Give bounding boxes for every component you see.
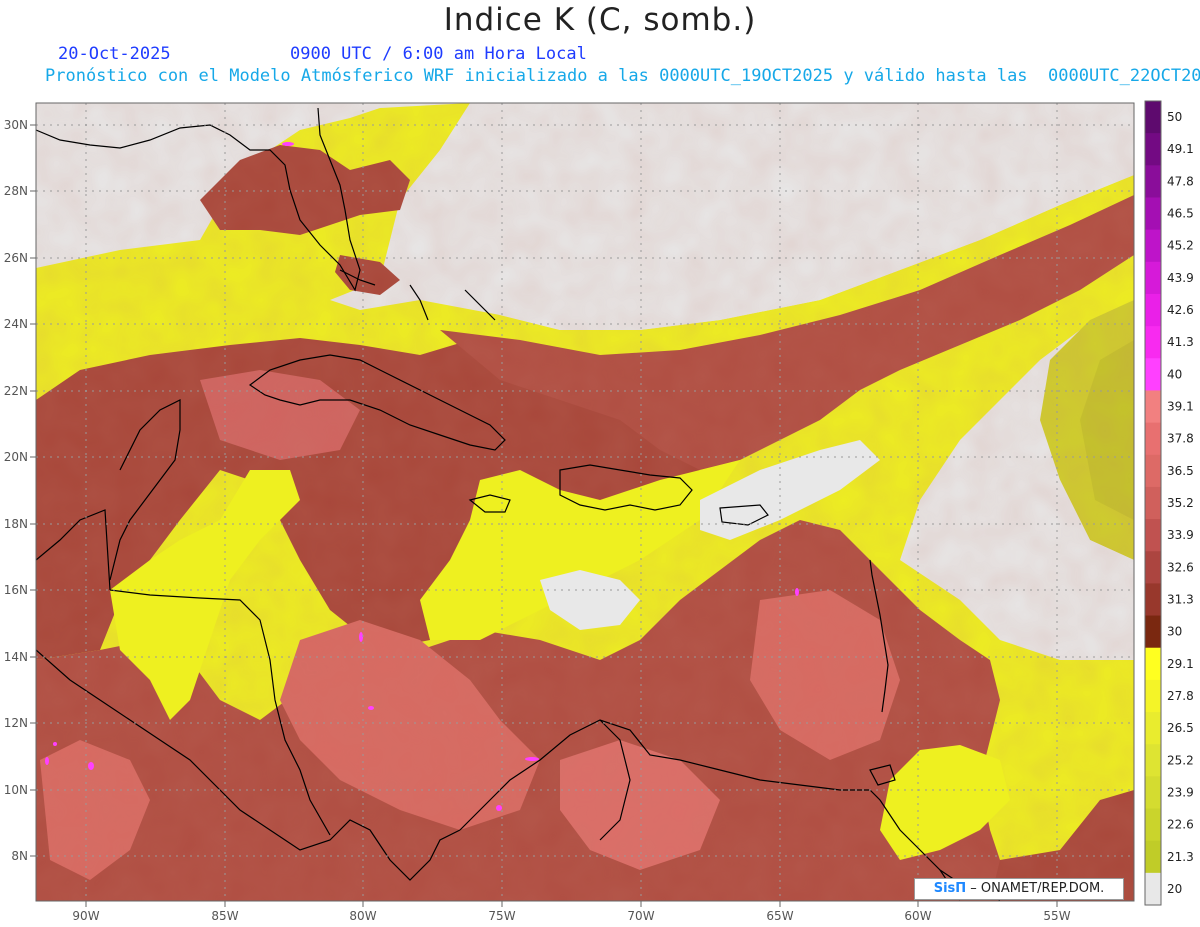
lon-label: 80W: [349, 909, 376, 923]
colorbar-label: 42.6: [1167, 303, 1194, 317]
colorbar-label: 30: [1167, 625, 1182, 639]
colorbar-swatch: [1145, 519, 1161, 552]
latitude-axis: 30N 28N 26N 24N 22N 20N 18N 16N 14N 12N …: [4, 118, 36, 863]
colorbar-label: 20: [1167, 882, 1182, 896]
colorbar-swatch: [1145, 872, 1161, 906]
colorbar-label: 21.3: [1167, 850, 1194, 864]
lon-label: 85W: [211, 909, 238, 923]
colorbar-label: 27.8: [1167, 689, 1194, 703]
colorbar-label: 49.1: [1167, 142, 1194, 156]
lon-label: 75W: [488, 909, 515, 923]
lat-label: 8N: [11, 849, 28, 863]
lat-label: 20N: [4, 450, 28, 464]
colorbar-swatch: [1145, 165, 1161, 198]
colorbar-swatch: [1145, 358, 1161, 391]
colorbar-label: 45.2: [1167, 239, 1194, 253]
colorbar-swatch: [1145, 647, 1161, 681]
colorbar-label: 23.9: [1167, 785, 1194, 799]
colorbar-swatch: [1145, 197, 1161, 231]
colorbar-swatch: [1145, 712, 1161, 745]
colorbar-swatch: [1145, 583, 1161, 617]
colorbar-swatch: [1145, 840, 1161, 874]
lon-label: 70W: [627, 909, 654, 923]
lat-label: 16N: [4, 583, 28, 597]
colorbar-label: 40: [1167, 367, 1182, 381]
k-index-field: [36, 103, 1134, 901]
lat-label: 28N: [4, 184, 28, 198]
lon-label: 55W: [1043, 909, 1070, 923]
colorbar-label: 36.5: [1167, 464, 1194, 478]
credit-text: – ONAMET/REP.DOM.: [966, 881, 1105, 896]
lat-label: 24N: [4, 317, 28, 331]
colorbar-label: 39.1: [1167, 400, 1194, 414]
colorbar-swatch: [1145, 390, 1161, 424]
model-description: Pronóstico con el Modelo Atmósferico WRF…: [45, 66, 1200, 86]
lon-label: 60W: [904, 909, 931, 923]
colorbar: 50 49.1 47.8 46.5 45.2 43.9 42.6 41.3 40 39.1 37.8…: [1144, 100, 1194, 906]
lat-label: 10N: [4, 783, 28, 797]
colorbar-swatch: [1145, 454, 1161, 488]
lat-label: 22N: [4, 384, 28, 398]
colorbar-label: 47.8: [1167, 174, 1194, 188]
colorbar-label: 50: [1167, 110, 1182, 124]
colorbar-swatch: [1145, 133, 1161, 166]
colorbar-label: 25.2: [1167, 753, 1194, 767]
lat-label: 30N: [4, 118, 28, 132]
lon-label: 90W: [72, 909, 99, 923]
colorbar-label: 26.5: [1167, 721, 1194, 735]
colorbar-swatch: [1145, 229, 1161, 263]
colorbar-swatch: [1145, 293, 1161, 327]
colorbar-swatch: [1145, 422, 1161, 456]
lat-label: 14N: [4, 650, 28, 664]
colorbar-label: 46.5: [1167, 207, 1194, 221]
colorbar-swatch: [1145, 101, 1161, 134]
longitude-axis: 90W 85W 80W 75W 70W 65W 60W 55W: [72, 901, 1071, 923]
sispi-logo: SisΠ: [933, 881, 967, 896]
colorbar-swatch: [1145, 808, 1161, 842]
colorbar-swatch: [1145, 486, 1161, 520]
colorbar-label: 31.3: [1167, 592, 1194, 606]
colorbar-swatch: [1145, 679, 1161, 713]
colorbar-label: 37.8: [1167, 432, 1194, 446]
colorbar-swatch: [1145, 615, 1161, 649]
lat-label: 18N: [4, 517, 28, 531]
colorbar-label: 43.9: [1167, 271, 1194, 285]
colorbar-swatch: [1145, 744, 1161, 777]
colorbar-label: 29.1: [1167, 657, 1194, 671]
forecast-date: 20-Oct-2025: [58, 44, 171, 64]
colorbar-label: 32.6: [1167, 560, 1194, 574]
colorbar-label: 22.6: [1167, 818, 1194, 832]
forecast-time: 0900 UTC / 6:00 am Hora Local: [290, 44, 587, 64]
colorbar-label: 33.9: [1167, 528, 1194, 542]
map-title: Indice K (C, somb.): [443, 2, 757, 38]
colorbar-swatch: [1145, 326, 1161, 359]
colorbar-swatch: [1145, 261, 1161, 295]
credit-box: SisΠ – ONAMET/REP.DOM.: [914, 878, 1124, 900]
colorbar-label: 41.3: [1167, 335, 1194, 349]
lat-label: 12N: [4, 716, 28, 730]
lat-label: 26N: [4, 251, 28, 265]
forecast-map: 30N 28N 26N 24N 22N 20N 18N 16N 14N 12N …: [4, 100, 1194, 923]
colorbar-label: 35.2: [1167, 496, 1194, 510]
colorbar-swatch: [1145, 551, 1161, 584]
lon-label: 65W: [766, 909, 793, 923]
colorbar-swatch: [1145, 776, 1161, 810]
